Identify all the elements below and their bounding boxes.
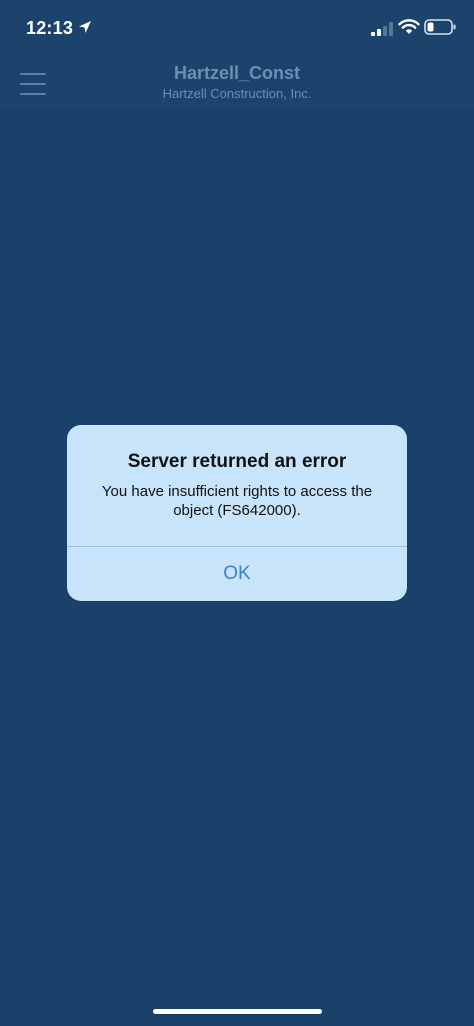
status-bar: 12:13 (0, 0, 474, 58)
alert-title: Server returned an error (127, 451, 347, 472)
alert-message: You have insufficient rights to access t… (101, 483, 373, 519)
cellular-signal-icon (371, 22, 393, 36)
home-indicator[interactable] (153, 1009, 322, 1014)
status-time: 12:13 (26, 18, 74, 38)
nav-title: Hartzell_Const (173, 63, 301, 83)
battery-icon (424, 19, 456, 35)
nav-bar: Hartzell_Const Hartzell Construction, In… (0, 58, 474, 111)
location-arrow-icon (79, 21, 91, 33)
wifi-icon (398, 19, 420, 34)
nav-subtitle: Hartzell Construction, Inc. (162, 86, 312, 101)
ok-button[interactable]: OK (67, 547, 407, 601)
error-alert-dialog: Server returned an error You have insuff… (67, 425, 407, 601)
